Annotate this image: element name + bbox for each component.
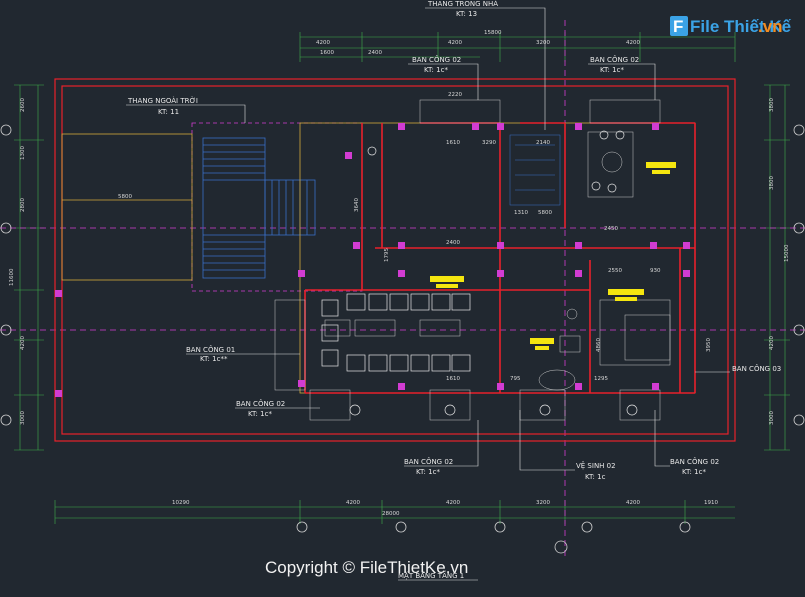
dim-inner-17: 4860 [596,338,602,352]
wc02-kt: KT: 1c [585,473,606,481]
dim-inner-2: 2220 [448,92,462,98]
building-walls [299,122,696,394]
dim-bot-1: 10290 [172,500,190,506]
balcony02-e-label: BAN CÔNG 02 [670,457,719,466]
stair-inner-kt: KT: 13 [456,10,477,18]
balcony03-label: BAN CÔNG 03 [732,364,781,373]
dim-left-4: 11600 [9,268,15,286]
floor-plan-drawing: THANG TRONG NHÀ KT: 13 BAN CÔNG 02 KT: 1… [0,0,805,581]
dim-top-1: 4200 [316,40,330,46]
dim-top-2: 4200 [448,40,462,46]
dim-inner-15: 1295 [594,376,608,382]
dim-left-3: 2800 [20,198,26,212]
dim-inner-11: 2450 [604,226,618,232]
stair-inner-label: THANG TRONG NHÀ [427,0,498,8]
balcony02-c-kt: KT: 1c* [248,410,272,418]
leader-lines [126,7,730,471]
dim-inner-1: 5800 [118,194,132,200]
dim-bot-2: 4200 [346,500,360,506]
dim-inner-14: 1610 [446,376,460,382]
stair-outer-kt: KT: 11 [158,108,179,116]
outdoor-stair [61,122,363,292]
dim-bot-5: 4200 [626,500,640,506]
dim-top-4: 4200 [626,40,640,46]
dimension-lines [14,32,790,524]
stair-outer-label: THANG NGOÀI TRỜI [127,96,198,105]
dim-inner-18: 3950 [706,338,712,352]
dim-bot-total: 28000 [382,511,400,517]
dimension-texts: 4200 4200 3200 4200 15800 1600 2400 1029… [118,30,718,517]
svg-text:F: F [673,17,683,36]
dim-inner-6: 1310 [514,210,528,216]
balcony02-b-kt: KT: 1c* [600,66,624,74]
dim-right-1: 3800 [769,98,775,112]
dim-inner-13: 930 [650,268,661,274]
dim-inner-10: 1795 [384,248,390,262]
balcony02-a-label: BAN CÔNG 02 [412,55,461,64]
dim-top-total: 15800 [484,30,502,36]
dim-top2-2: 2400 [368,50,382,56]
balcony02-d-kt: KT: 1c* [416,468,440,476]
axis-markers [0,124,805,554]
balcony01-label: BAN CÔNG 01 [186,345,235,354]
dim-right-3: 15000 [784,244,790,262]
dim-inner-4: 3290 [482,140,496,146]
dim-inner-16: 795 [510,376,521,382]
dim-top2-1: 1600 [320,50,334,56]
vertical-dimension-texts: 2600 1300 2800 11600 4200 3000 3800 3800… [9,98,790,425]
balcony02-b-label: BAN CÔNG 02 [590,55,639,64]
balcony02-e-kt: KT: 1c* [682,468,706,476]
dim-bot-6: 1910 [704,500,718,506]
brand-domain: .vn [758,17,783,36]
dim-left-5: 4200 [20,336,26,350]
brand-logo: F File Thiết Kế .vn [670,16,792,36]
balcony02-a-kt: KT: 1c* [424,66,448,74]
balcony02-c-label: BAN CÔNG 02 [236,399,285,408]
dim-inner-8: 2400 [446,240,460,246]
copyright-watermark: Copyright © FileThietKe.vn [265,558,468,577]
dim-left-2: 1300 [20,146,26,160]
wc02-label: VỆ SINH 02 [576,461,616,470]
dim-inner-9: 3640 [354,198,360,212]
dim-inner-12: 2550 [608,268,622,274]
dim-top-3: 3200 [536,40,550,46]
dim-bot-3: 4200 [446,500,460,506]
dim-right-4: 4200 [769,336,775,350]
columns [55,123,690,397]
dim-inner-5: 2140 [536,140,550,146]
dim-right-2: 3800 [769,176,775,190]
dim-right-5: 3000 [769,411,775,425]
dim-left-6: 3000 [20,411,26,425]
dim-inner-7: 5800 [538,210,552,216]
balcony01-kt: KT: 1c** [200,355,228,363]
dim-left-1: 2600 [20,98,26,112]
interior-lines [274,99,671,421]
balcony02-d-label: BAN CÔNG 02 [404,457,453,466]
dim-inner-3: 1610 [446,140,460,146]
dim-bot-4: 3200 [536,500,550,506]
